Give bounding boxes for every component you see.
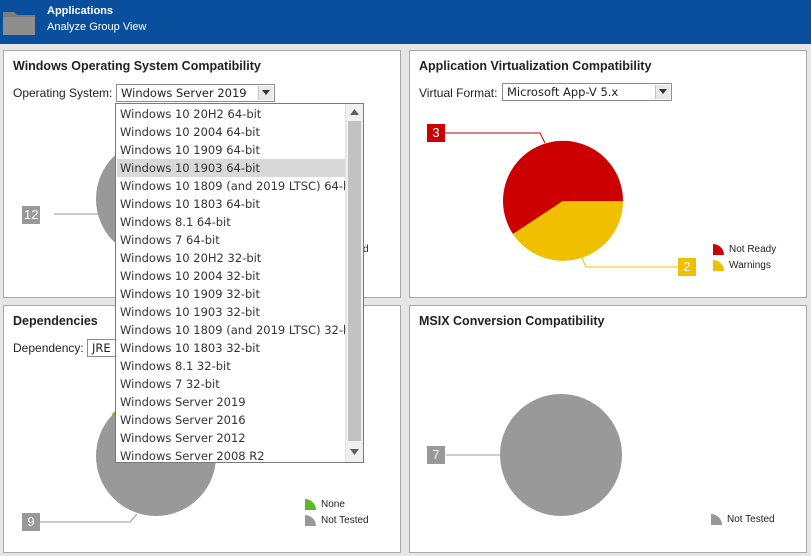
dropdown-option[interactable]: Windows 8.1 32-bit: [117, 357, 346, 375]
dropdown-option[interactable]: Windows Server 2019: [117, 393, 346, 411]
dropdown-option[interactable]: Windows 10 1809 (and 2019 LTSC) 32-bit: [117, 321, 358, 339]
dropdown-option[interactable]: Windows 7 32-bit: [117, 375, 346, 393]
legend-swatch: [713, 244, 724, 255]
dropdown-option[interactable]: Windows Server 2012: [117, 429, 346, 447]
dropdown-option[interactable]: Windows 10 1909 32-bit: [117, 285, 346, 303]
dropdown-option[interactable]: Windows 10 2004 64-bit: [117, 123, 346, 141]
dropdown-option[interactable]: Windows 10 2004 32-bit: [117, 267, 346, 285]
dropdown-option[interactable]: Windows 10 1803 64-bit: [117, 195, 346, 213]
dropdown-option[interactable]: Windows 10 20H2 64-bit: [117, 105, 346, 123]
msix-panel: MSIX Conversion Compatibility 7 Not Test…: [409, 305, 807, 553]
os-count-badge: 12: [22, 206, 41, 224]
leader-line-not-ready: [445, 132, 546, 144]
header-title: Applications: [47, 5, 114, 17]
dropdown-option[interactable]: Windows Server 2016: [117, 411, 346, 429]
not-ready-badge: 3: [427, 124, 445, 142]
scroll-down-icon[interactable]: [350, 449, 359, 455]
dropdown-option[interactable]: Windows 10 20H2 32-bit: [117, 249, 346, 267]
dep-count-badge: 9: [22, 513, 40, 531]
dropdown-option-highlighted[interactable]: Windows 10 1903 64-bit: [117, 159, 346, 177]
scroll-up-icon[interactable]: [350, 109, 359, 115]
folder-icon: [3, 12, 35, 35]
leader-line-warnings: [581, 257, 678, 268]
dep-leader-line: [40, 513, 138, 523]
dropdown-option[interactable]: Windows 10 1909 64-bit: [117, 141, 346, 159]
legend-swatch: [305, 515, 316, 526]
app-header: Applications Analyze Group View: [0, 0, 811, 44]
dropdown-option[interactable]: Windows 7 64-bit: [117, 231, 346, 249]
dropdown-option[interactable]: Windows Server 2008 R2: [117, 447, 346, 462]
dropdown-option[interactable]: Windows 10 1809 (and 2019 LTSC) 64-bit: [117, 177, 358, 195]
header-subtitle: Analyze Group View: [47, 21, 147, 33]
scrollbar-thumb[interactable]: [348, 121, 361, 441]
msix-count-badge: 7: [427, 446, 445, 464]
dropdown-option[interactable]: Windows 10 1803 32-bit: [117, 339, 346, 357]
dropdown-scrollbar[interactable]: [345, 104, 363, 462]
os-dropdown-list[interactable]: Windows 10 20H2 64-bit Windows 10 2004 6…: [115, 103, 364, 463]
warnings-badge: 2: [678, 258, 696, 276]
virt-compat-panel: Application Virtualization Compatibility…: [409, 50, 807, 298]
msix-pie-slice: [500, 394, 622, 516]
legend-swatch: [711, 514, 722, 525]
dropdown-option[interactable]: Windows 10 1903 32-bit: [117, 303, 346, 321]
legend-swatch: [305, 499, 316, 510]
dropdown-option[interactable]: Windows 8.1 64-bit: [117, 213, 346, 231]
legend-swatch: [713, 260, 724, 271]
